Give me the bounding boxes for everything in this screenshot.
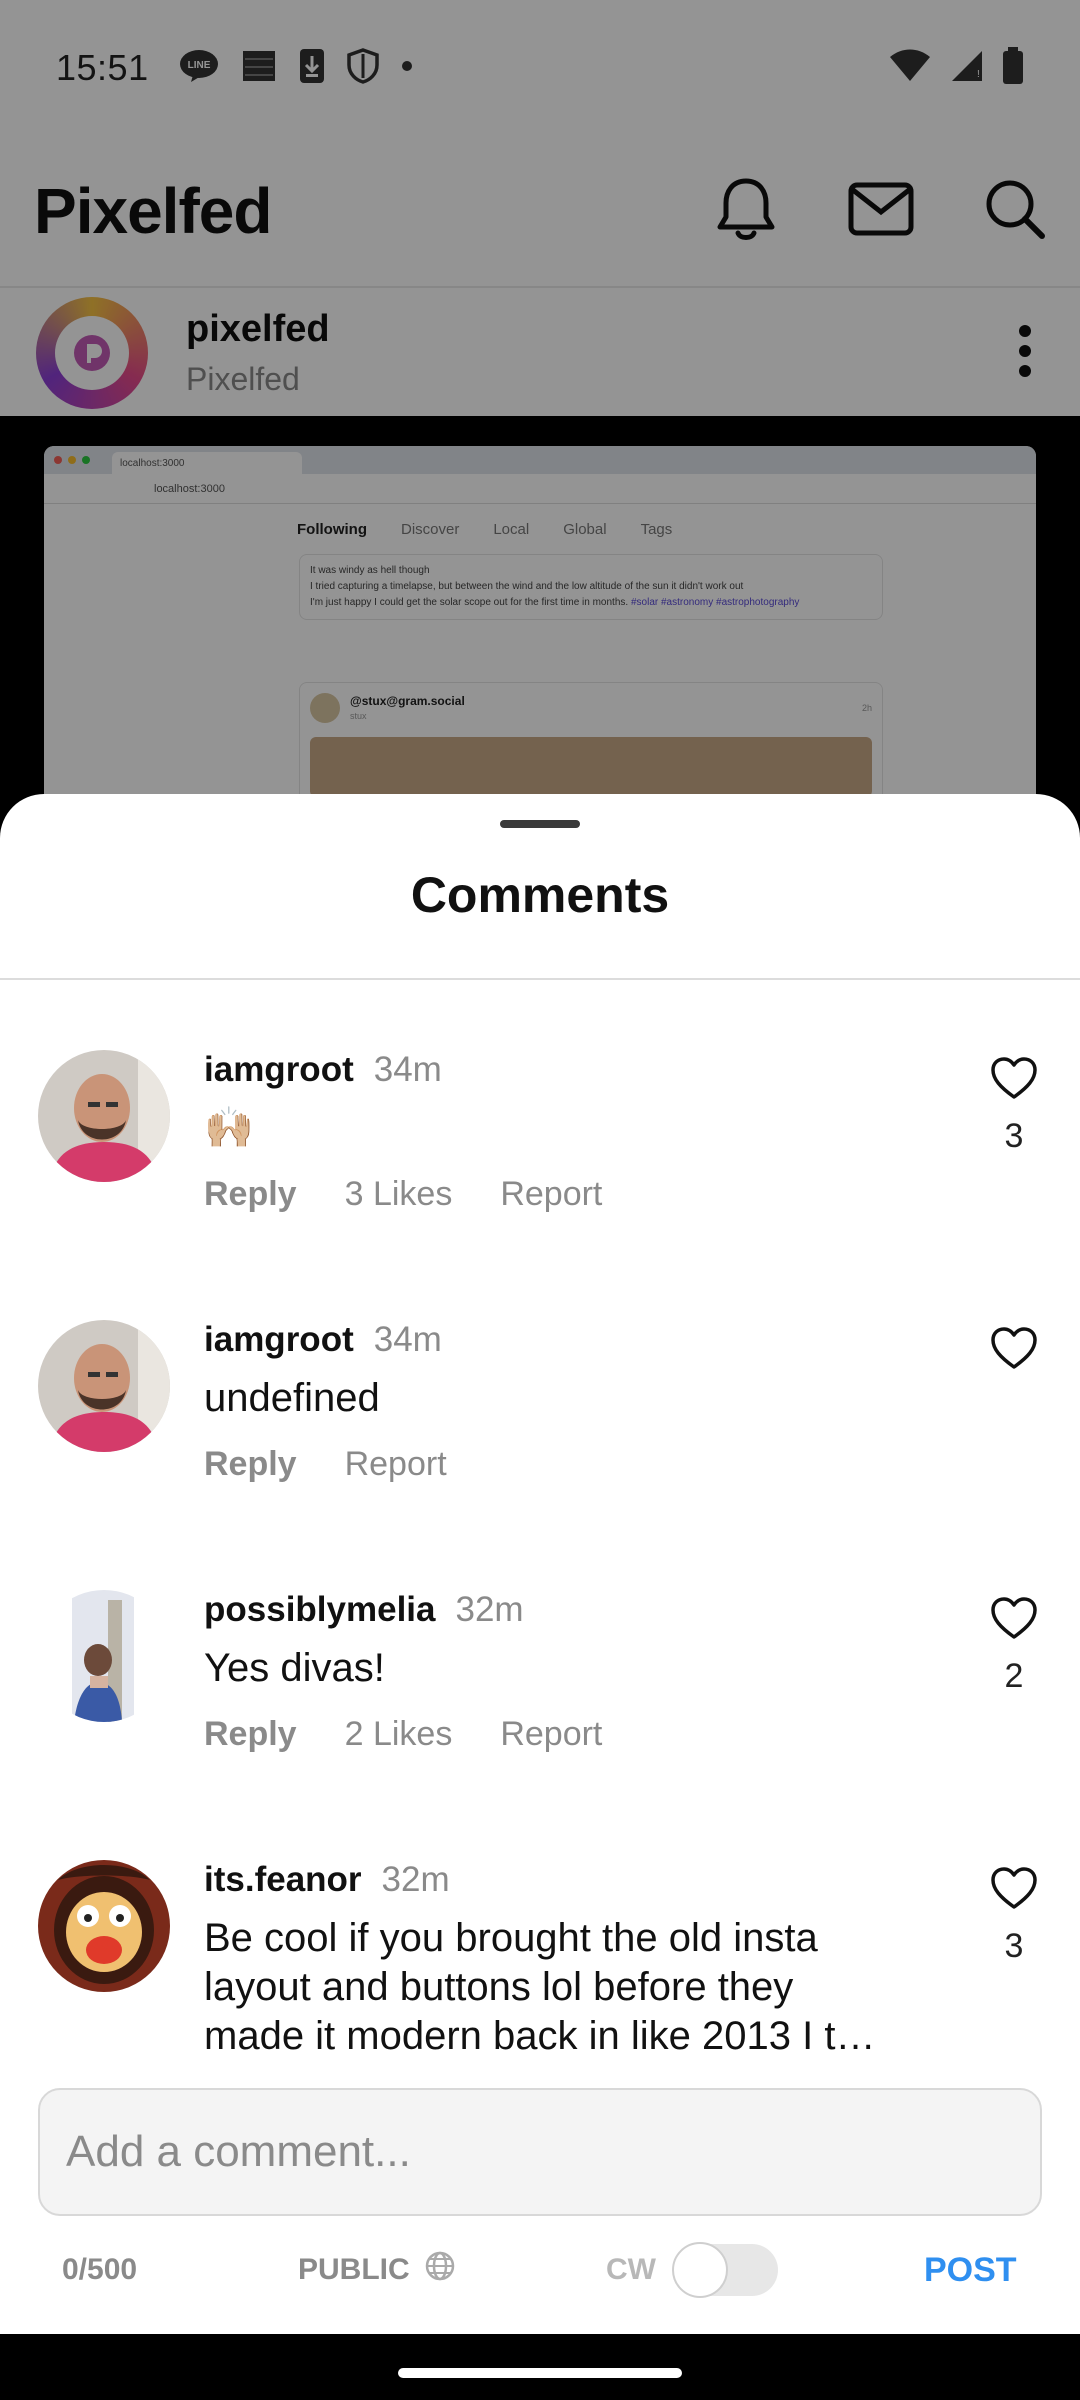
comment-text: Yes divas! (204, 1646, 385, 1690)
globe-icon (424, 2250, 456, 2290)
comment-username[interactable]: iamgroot (204, 1050, 354, 1090)
like-count: 3 (1004, 1927, 1024, 1965)
avatar[interactable] (38, 1590, 170, 1722)
comment-composer[interactable] (38, 2088, 1042, 2216)
report-button[interactable]: Report (500, 1175, 602, 1214)
cw-label: CW (606, 2253, 656, 2286)
comment-like: 3 (988, 1056, 1040, 1156)
report-button[interactable]: Report (500, 1715, 602, 1754)
comment-like: 2 (988, 1596, 1040, 1696)
comment-body: iamgroot 34m undefined Reply Report (204, 1320, 904, 1484)
comment-body: its.feanor 32m Be cool if you brought th… (204, 1860, 904, 2061)
comment-body: possiblymelia 32m Yes divas! Reply 2 Lik… (204, 1590, 904, 1754)
comments-sheet: Comments iamgroot 34m 🙌🏼 Reply 3 Likes R… (0, 794, 1080, 2334)
comment-username[interactable]: iamgroot (204, 1320, 354, 1360)
comment-like: 3 (988, 1866, 1040, 1966)
avatar[interactable] (38, 1860, 170, 1992)
comment-like (988, 1326, 1040, 1375)
reply-button[interactable]: Reply (204, 1175, 297, 1214)
heart-icon[interactable] (990, 1597, 1038, 1644)
comment-actions: Reply Report (204, 1445, 904, 1484)
toggle-knob (671, 2242, 728, 2298)
like-count: 2 (1004, 1657, 1024, 1695)
comment-time: 32m (455, 1590, 524, 1629)
post-button[interactable]: POST (924, 2251, 1017, 2290)
comment-text: undefined (204, 1376, 380, 1420)
composer-toolbar: 0/500 PUBLIC CW POST (0, 2230, 1080, 2310)
comment-username[interactable]: its.feanor (204, 1860, 362, 1900)
system-nav-bar (0, 2334, 1080, 2400)
heart-icon[interactable] (990, 1057, 1038, 1104)
report-button[interactable]: Report (345, 1445, 447, 1484)
reply-button[interactable]: Reply (204, 1715, 297, 1754)
likes-count-label[interactable]: 2 Likes (345, 1715, 453, 1754)
comment-text: 🙌🏼 (204, 1106, 254, 1150)
avatar[interactable] (38, 1050, 170, 1182)
heart-icon[interactable] (990, 1867, 1038, 1914)
comment-input[interactable] (66, 2127, 1006, 2177)
heart-icon[interactable] (990, 1327, 1038, 1374)
comment-actions: Reply 2 Likes Report (204, 1715, 904, 1754)
comment-time: 32m (381, 1860, 450, 1899)
home-indicator[interactable] (398, 2368, 682, 2378)
reply-button[interactable]: Reply (204, 1445, 297, 1484)
comment-list[interactable]: iamgroot 34m 🙌🏼 Reply 3 Likes Report 3 i… (0, 980, 1080, 2070)
comment-time: 34m (373, 1320, 442, 1359)
drag-handle[interactable] (500, 820, 580, 828)
content-warning-control: CW (606, 2242, 778, 2298)
comment-body: iamgroot 34m 🙌🏼 Reply 3 Likes Report (204, 1050, 904, 1214)
sheet-title: Comments (410, 867, 670, 923)
visibility-label: PUBLIC (298, 2253, 410, 2286)
avatar[interactable] (38, 1320, 170, 1452)
comment-username[interactable]: possiblymelia (204, 1590, 435, 1630)
visibility-selector[interactable]: PUBLIC (298, 2250, 456, 2290)
likes-count-label[interactable]: 3 Likes (345, 1175, 453, 1214)
character-counter: 0/500 (62, 2253, 138, 2286)
comment-actions: Reply 3 Likes Report (204, 1175, 904, 1214)
like-count: 3 (1004, 1117, 1024, 1155)
comment-text: Be cool if you brought the old insta lay… (204, 1916, 876, 2058)
cw-toggle[interactable] (671, 2242, 778, 2298)
comment-time: 34m (373, 1050, 442, 1089)
